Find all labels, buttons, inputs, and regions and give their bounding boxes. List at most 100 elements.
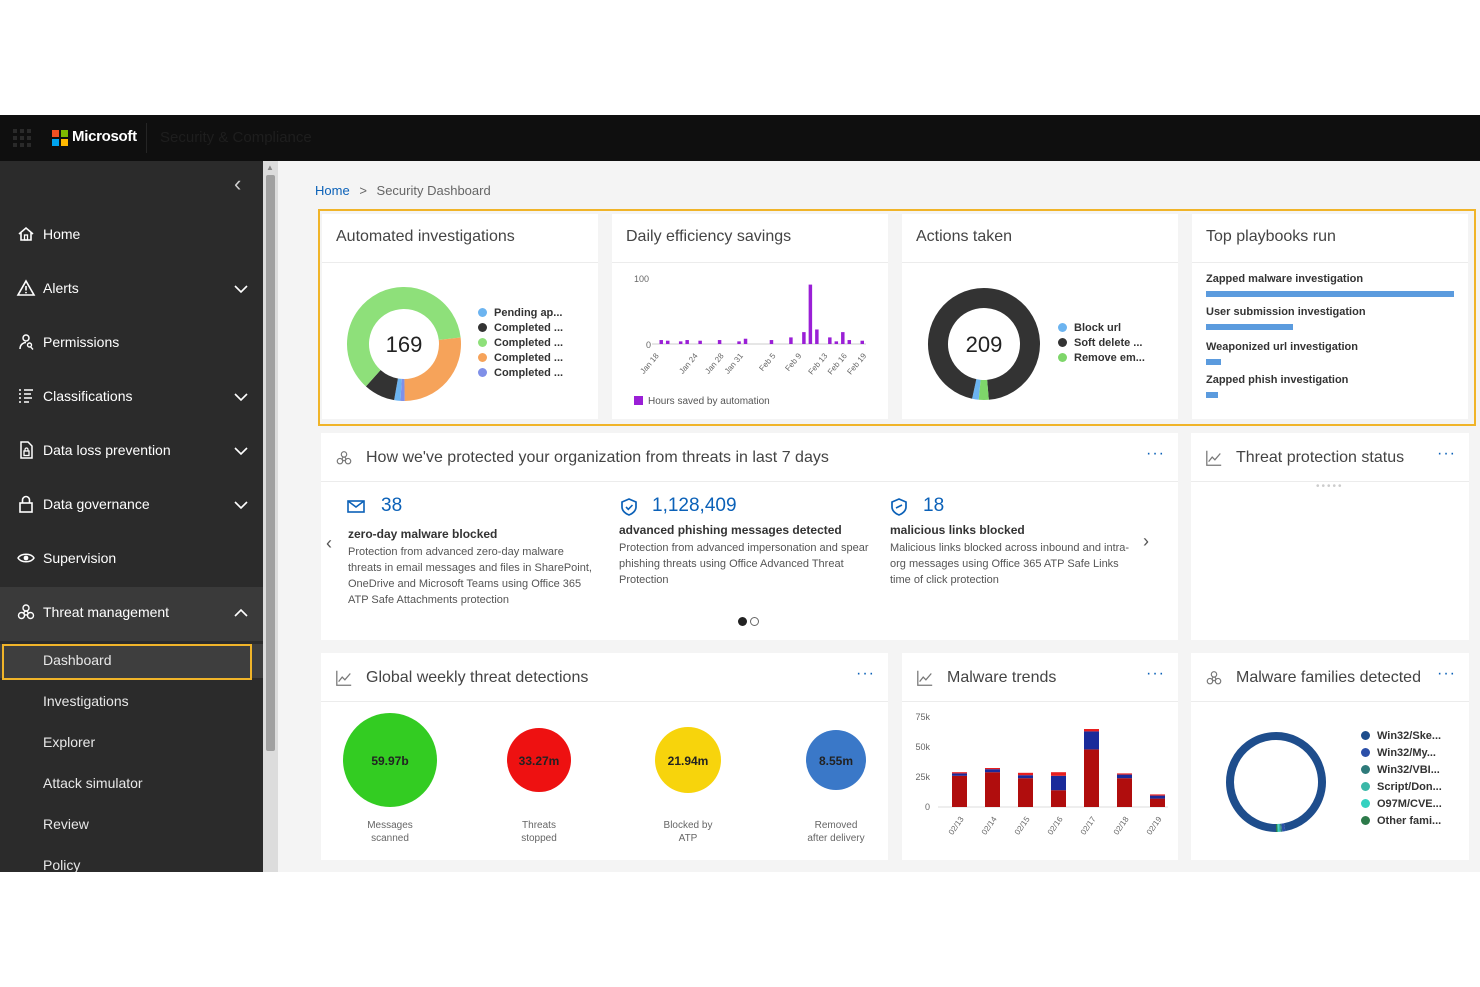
bar-segment[interactable] (985, 769, 1000, 773)
bar[interactable] (834, 341, 839, 344)
donut-slice[interactable] (365, 369, 399, 401)
breadcrumb-home-link[interactable]: Home (315, 183, 350, 198)
sidebar-subitem-investigations[interactable]: Investigations (0, 685, 263, 719)
legend-item[interactable]: Completed ... (478, 367, 563, 382)
legend-item[interactable]: O97M/CVE... (1361, 798, 1442, 815)
card-automated-investigations[interactable]: Automated investigations 169 Pending ap.… (322, 214, 598, 419)
playbook-bar[interactable] (1206, 291, 1454, 297)
bar[interactable] (841, 332, 845, 344)
scrollbar-thumb[interactable] (266, 175, 275, 751)
legend-item[interactable]: Win32/My... (1361, 747, 1442, 764)
sidebar-subitem-dashboard[interactable]: Dashboard (0, 644, 263, 680)
actions-taken-donut-chart[interactable]: 209 (926, 286, 1042, 402)
chevron-down-icon[interactable] (233, 281, 249, 297)
bar[interactable] (685, 340, 689, 344)
sidebar-subitem-attack-simulator[interactable]: Attack simulator (0, 767, 263, 801)
playbook-bar[interactable] (1206, 324, 1293, 330)
bar-segment[interactable] (1150, 795, 1165, 799)
malware-families-donut-chart[interactable] (1221, 727, 1331, 837)
collapse-sidebar-icon[interactable]: ‹ (234, 173, 241, 195)
legend-item[interactable]: Completed ... (478, 337, 563, 352)
app-title[interactable]: Security & Compliance (160, 129, 312, 146)
scroll-up-icon[interactable]: ▲ (266, 163, 274, 172)
bar-segment[interactable] (1150, 794, 1165, 796)
malware-trends-stacked-bar-chart[interactable]: 0 25k 50k 75k 02/13 02/14 02/15 02/16 02/17 02/18… (902, 703, 1178, 860)
bar-segment[interactable] (1084, 729, 1099, 732)
sidebar-item-home[interactable]: Home (0, 215, 263, 255)
sidebar-item-threat-management[interactable]: Threat management (0, 593, 263, 633)
stat-number[interactable]: 38 (381, 495, 402, 517)
legend-item[interactable]: Remove em... (1058, 352, 1145, 367)
more-options-button[interactable]: ··· (1437, 665, 1456, 683)
bar[interactable] (815, 329, 819, 344)
sidebar-item-supervision[interactable]: Supervision (0, 539, 263, 579)
carousel-next-icon[interactable]: › (1143, 531, 1149, 552)
vertical-scrollbar[interactable]: ▲ (263, 161, 278, 872)
card-malware-families-detected[interactable]: Malware families detected ··· Win32/Ske.… (1191, 653, 1469, 860)
bar-segment[interactable] (1084, 731, 1099, 750)
legend-item[interactable]: Other fami... (1361, 815, 1442, 832)
bar-segment[interactable] (1117, 774, 1132, 779)
card-global-weekly-threat-detections[interactable]: Global weekly threat detections ··· 59.9… (321, 653, 888, 860)
card-top-playbooks-run[interactable]: Top playbooks run Zapped malware investi… (1192, 214, 1468, 419)
more-options-button[interactable]: ··· (1437, 445, 1456, 463)
bar-segment[interactable] (1084, 749, 1099, 807)
sidebar-subitem-review[interactable]: Review (0, 808, 263, 842)
legend-item[interactable]: Pending ap... (478, 307, 563, 322)
sidebar-item-alerts[interactable]: Alerts (0, 269, 263, 309)
sidebar-item-permissions[interactable]: Permissions (0, 323, 263, 363)
bar[interactable] (743, 338, 748, 344)
daily-efficiency-bar-chart[interactable]: 1000Jan 18 Jan 24 Jan 28Jan 31 Feb 5 Feb 9 Fe… (612, 264, 888, 409)
card-daily-efficiency-savings[interactable]: Daily efficiency savings 100 0 Jan 18 Jan 2… (612, 214, 888, 419)
brand-name[interactable]: Microsoft (72, 128, 137, 145)
more-options-button[interactable]: ··· (856, 665, 875, 683)
bar-segment[interactable] (1150, 798, 1165, 807)
chevron-down-icon[interactable] (233, 497, 249, 513)
bar[interactable] (789, 337, 793, 344)
bar[interactable] (698, 340, 702, 344)
playbook-bar[interactable] (1206, 359, 1221, 365)
bar-segment[interactable] (1018, 772, 1033, 776)
bar-segment[interactable] (1018, 778, 1033, 807)
donut-slice[interactable] (972, 379, 981, 400)
card-actions-taken[interactable]: Actions taken 209 Block url Soft delete … (902, 214, 1178, 419)
chevron-down-icon[interactable] (233, 389, 249, 405)
bar-segment[interactable] (952, 773, 967, 776)
chevron-up-icon[interactable] (233, 605, 249, 621)
automated-investigations-donut-chart[interactable]: 169 (346, 286, 462, 402)
bar-segment[interactable] (1051, 772, 1066, 776)
bar[interactable] (828, 337, 832, 344)
legend-item[interactable]: Script/Don... (1361, 781, 1442, 798)
sidebar-item-data-loss-prevention[interactable]: Data loss prevention (0, 431, 263, 471)
card-malware-trends[interactable]: Malware trends ··· 0 25k 50k 75k 02/13 02/14 0… (902, 653, 1178, 860)
bar[interactable] (860, 340, 864, 344)
card-threat-protection-status[interactable]: Threat protection status ··· ••••• (1191, 433, 1469, 640)
bar[interactable] (737, 341, 741, 344)
pager-dot-active[interactable] (738, 617, 747, 626)
more-options-button[interactable]: ··· (1146, 665, 1165, 683)
sidebar-subitem-policy[interactable]: Policy (0, 849, 263, 872)
bar[interactable] (678, 341, 683, 344)
bar-segment[interactable] (952, 775, 967, 807)
stat-number[interactable]: 18 (923, 495, 944, 517)
bar[interactable] (847, 340, 852, 344)
bar-segment[interactable] (985, 768, 1000, 770)
app-launcher-icon[interactable] (13, 129, 31, 147)
bar[interactable] (659, 340, 663, 344)
bar[interactable] (665, 340, 670, 344)
more-options-button[interactable]: ··· (1146, 445, 1165, 463)
carousel-prev-icon[interactable]: ‹ (326, 533, 332, 554)
sidebar-item-data-governance[interactable]: Data governance (0, 485, 263, 525)
legend-item[interactable]: Win32/VBI... (1361, 764, 1442, 781)
bar[interactable] (717, 340, 722, 344)
bar-segment[interactable] (985, 772, 1000, 807)
legend-item[interactable]: Block url (1058, 322, 1145, 337)
donut-slice[interactable] (1226, 732, 1326, 832)
bar-segment[interactable] (1051, 790, 1066, 807)
legend-item[interactable]: Soft delete ... (1058, 337, 1145, 352)
bar[interactable] (808, 284, 813, 344)
chevron-down-icon[interactable] (233, 443, 249, 459)
bar-segment[interactable] (1117, 778, 1132, 807)
legend-item[interactable]: Win32/Ske... (1361, 730, 1442, 747)
donut-slice[interactable] (394, 378, 402, 401)
